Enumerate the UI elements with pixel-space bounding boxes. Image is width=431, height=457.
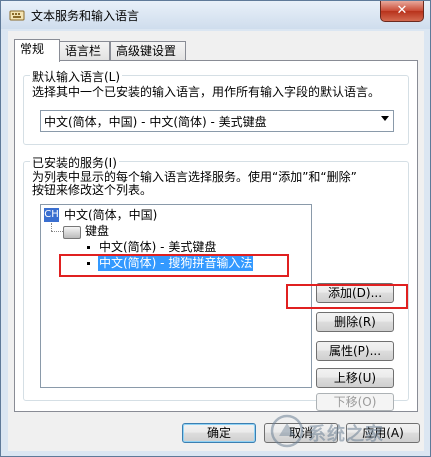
tab-panel-general: 默认输入语言(L) 选择其中一个已安装的输入语言，用作所有输入字段的默认语言。 … bbox=[14, 60, 418, 412]
default-language-description: 选择其中一个已安装的输入语言，用作所有输入字段的默认语言。 bbox=[32, 85, 381, 99]
annotation-highlight-remove-button bbox=[286, 284, 408, 309]
properties-button[interactable]: 属性(P)... bbox=[316, 341, 394, 361]
dialog-client-area: 常规 语言栏 高级键设置 默认输入语言(L) 选择其中一个已安装的输入语言，用作… bbox=[8, 31, 424, 451]
installed-services-group: 已安装的服务(I) 为列表中显示的每个输入语言选择服务。使用“添加”和“删除” … bbox=[23, 154, 409, 411]
watermark: 系统之家 bbox=[270, 414, 420, 448]
move-down-button[interactable]: 下移(O) bbox=[316, 393, 394, 411]
title-bar[interactable]: 文本服务和输入语言 ✕ bbox=[1, 1, 430, 29]
ch-language-icon: CH bbox=[44, 208, 59, 222]
window-title: 文本服务和输入语言 bbox=[31, 9, 140, 23]
tree-keyboard-label: 键盘 bbox=[85, 224, 110, 238]
default-language-group-title: 默认输入语言(L) bbox=[30, 68, 123, 85]
tree-item-us-keyboard-label: 中文(简体) - 美式键盘 bbox=[99, 240, 217, 254]
watermark-logo-icon bbox=[270, 414, 304, 448]
ok-button[interactable]: 确定 bbox=[182, 423, 256, 443]
move-up-button[interactable]: 上移(U) bbox=[316, 368, 394, 388]
installed-services-tree[interactable]: CH 中文(简体，中国) 键盘 中文(简体) - 美式键盘 中文(简体) - 搜… bbox=[40, 204, 312, 388]
default-language-dropdown[interactable]: 中文(简体，中国) - 中文(简体) - 美式键盘 bbox=[40, 110, 394, 132]
default-language-group: 默认输入语言(L) 选择其中一个已安装的输入语言，用作所有输入字段的默认语言。 … bbox=[23, 68, 409, 145]
tab-language-bar[interactable]: 语言栏 bbox=[59, 41, 110, 61]
installed-services-description-line2: 按钮来修改这个列表。 bbox=[32, 183, 153, 197]
annotation-highlight-selected-item bbox=[59, 254, 289, 277]
bullet-icon bbox=[87, 246, 90, 249]
chevron-down-icon bbox=[381, 116, 389, 121]
installed-services-group-title: 已安装的服务(I) bbox=[30, 154, 119, 171]
tab-general[interactable]: 常规 bbox=[14, 39, 60, 62]
tab-advanced-key-settings[interactable]: 高级键设置 bbox=[110, 41, 186, 61]
tree-language-label: 中文(简体，中国) bbox=[64, 208, 158, 222]
close-button[interactable]: ✕ bbox=[380, 1, 424, 22]
keyboard-icon bbox=[63, 226, 81, 239]
watermark-text: 系统之家 bbox=[308, 424, 384, 445]
default-language-selected-value: 中文(简体，中国) - 中文(简体) - 美式键盘 bbox=[44, 115, 267, 129]
keyboard-app-icon bbox=[9, 10, 25, 21]
close-icon: ✕ bbox=[396, 3, 408, 18]
remove-button[interactable]: 删除(R) bbox=[316, 312, 394, 332]
tree-connector bbox=[51, 223, 52, 231]
tree-connector bbox=[51, 231, 63, 232]
dialog-window: 文本服务和输入语言 ✕ 常规 语言栏 高级键设置 默认输入语言(L) 选择其中一… bbox=[0, 0, 431, 457]
